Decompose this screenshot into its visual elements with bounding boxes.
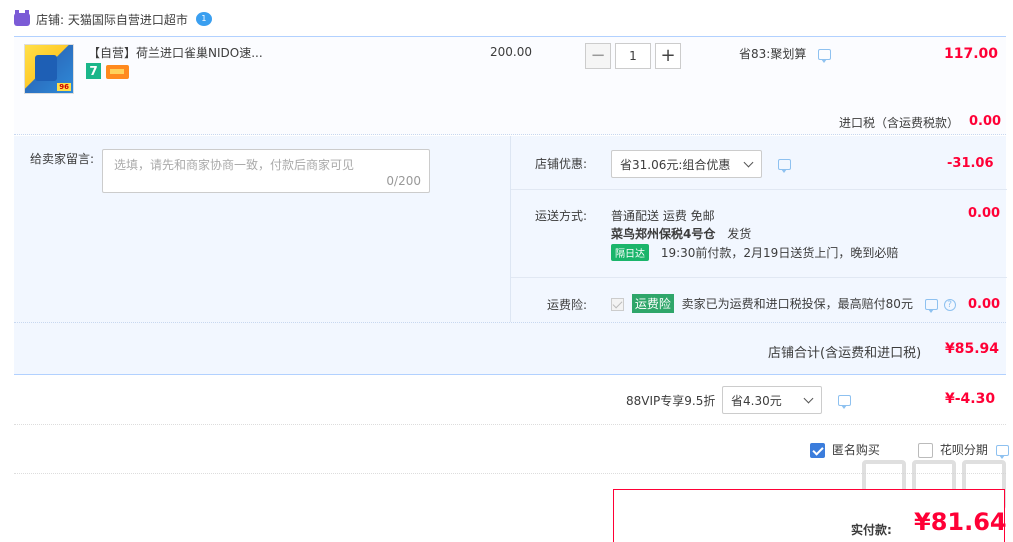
huabei-checkbox[interactable] — [918, 443, 933, 458]
import-tax-label: 进口税（含运费税款） — [839, 116, 960, 130]
insurance-row: 运费险 卖家已为运费和进口税投保，最高赔付80元 ? — [611, 294, 956, 313]
insurance-tag: 运费险 — [631, 294, 674, 313]
help-question-icon[interactable]: ? — [943, 298, 956, 311]
vip-discount-select[interactable]: 省4.30元 — [722, 386, 822, 414]
shop-name[interactable]: 店铺: 天猫国际自营进口超市 — [36, 11, 188, 28]
shipping-label: 运送方式: — [535, 209, 588, 223]
order-options-right: 店铺优惠: 省31.06元:组合优惠 -31.06 运送方式: 普通配送 运费 … — [510, 136, 1007, 322]
promo-info-icon[interactable] — [818, 49, 832, 63]
divider — [511, 277, 1007, 278]
vip-discount-value: ¥-4.30 — [945, 391, 996, 407]
shop-discount-selected: 省31.06元:组合优惠 — [620, 157, 731, 172]
anonymous-label: 匿名购买 — [831, 443, 880, 457]
chevron-down-icon — [743, 157, 754, 167]
payment-summary: 实付款: ¥81.64 — [613, 489, 1007, 542]
anonymous-option[interactable]: 匿名购买 — [810, 441, 880, 458]
divider — [14, 473, 1006, 474]
dispatch-text: 发货 — [727, 227, 752, 241]
insurance-checkbox — [611, 298, 624, 311]
import-tax-value: 0.00 — [969, 114, 1002, 129]
shop-discount-value: -31.06 — [947, 156, 994, 171]
insurance-value: 0.00 — [968, 297, 1001, 312]
insurance-desc: 卖家已为运费和进口税投保，最高赔付80元 — [681, 297, 913, 311]
insurance-chat-icon[interactable] — [924, 299, 938, 313]
vip-discount-selected: 省4.30元 — [731, 393, 782, 408]
seller-message-input[interactable]: 选填，请先和商家协商一致，付款后商家可见 0/200 — [102, 149, 430, 193]
shipping-value: 0.00 — [968, 206, 1001, 221]
delivery-eta-row: 隔日达 19:30前付款，2月19日送货上门，晚到必赔 — [611, 244, 898, 261]
shipping-method: 普通配送 运费 免邮 — [611, 209, 715, 223]
anonymous-checkbox[interactable] — [810, 443, 825, 458]
credit-card-icon — [106, 65, 129, 79]
shop-total-label: 店铺合计(含运费和进口税) — [768, 346, 922, 361]
product-title[interactable]: 【自营】荷兰进口雀巢NIDO速... — [88, 44, 263, 61]
payment-value: ¥81.64 — [914, 508, 1007, 536]
divider — [511, 189, 1007, 190]
delivery-eta: 19:30前付款，2月19日送货上门，晚到必赔 — [660, 246, 899, 260]
shop-discount-label: 店铺优惠: — [535, 157, 588, 171]
huabei-chat-icon[interactable] — [995, 445, 1009, 459]
shop-total-row: 店铺合计(含运费和进口税) ¥85.94 — [14, 322, 1006, 375]
quantity-input[interactable]: 1 — [615, 43, 651, 69]
insurance-label: 运费险: — [547, 298, 588, 312]
shop-header: 店铺: 天猫国际自营进口超市 1 — [14, 9, 212, 28]
chevron-down-icon — [803, 393, 814, 403]
quantity-stepper: − 1 + — [585, 43, 681, 69]
vip-discount-label: 88VIP专享9.5折 — [626, 394, 716, 408]
huabei-option[interactable]: 花呗分期 — [918, 441, 1009, 459]
shop-icon — [14, 9, 30, 26]
order-item: 96 【自营】荷兰进口雀巢NIDO速... 7 200.00 − 1 + 省83… — [14, 36, 1006, 135]
item-subtotal: 117.00 — [944, 46, 999, 62]
unit-price: 200.00 — [490, 45, 532, 59]
seller-message-label: 给卖家留言: — [30, 152, 95, 166]
order-options: 给卖家留言: 选填，请先和商家协商一致，付款后商家可见 0/200 店铺优惠: … — [14, 136, 1007, 322]
seven-day-return-icon: 7 — [86, 63, 101, 79]
divider — [14, 424, 1006, 425]
warehouse-name: 菜鸟郑州保税4号仓 — [611, 227, 716, 241]
wangwang-chat-icon[interactable]: 1 — [195, 12, 212, 26]
shop-total-value: ¥85.94 — [945, 341, 1000, 357]
seller-message-count: 0/200 — [386, 174, 421, 188]
promo-text: 省83:聚划算 — [739, 45, 832, 63]
product-thumbnail[interactable]: 96 — [24, 44, 74, 94]
payment-label: 实付款: — [851, 523, 892, 537]
shop-discount-chat-icon[interactable] — [778, 159, 791, 173]
seller-message-placeholder: 选填，请先和商家协商一致，付款后商家可见 — [114, 158, 355, 172]
huabei-label: 花呗分期 — [939, 443, 988, 457]
milk-can-image — [35, 55, 57, 81]
shop-discount-select[interactable]: 省31.06元:组合优惠 — [611, 150, 762, 178]
thumb-tag: 96 — [57, 83, 71, 91]
quantity-decrease-button[interactable]: − — [585, 43, 611, 69]
quantity-increase-button[interactable]: + — [655, 43, 681, 69]
vip-chat-icon[interactable] — [838, 395, 851, 409]
shipping-warehouse: 菜鸟郑州保税4号仓 发货 — [611, 225, 751, 242]
next-day-badge: 隔日达 — [611, 244, 649, 261]
promo-label: 省83:聚划算 — [739, 47, 807, 61]
